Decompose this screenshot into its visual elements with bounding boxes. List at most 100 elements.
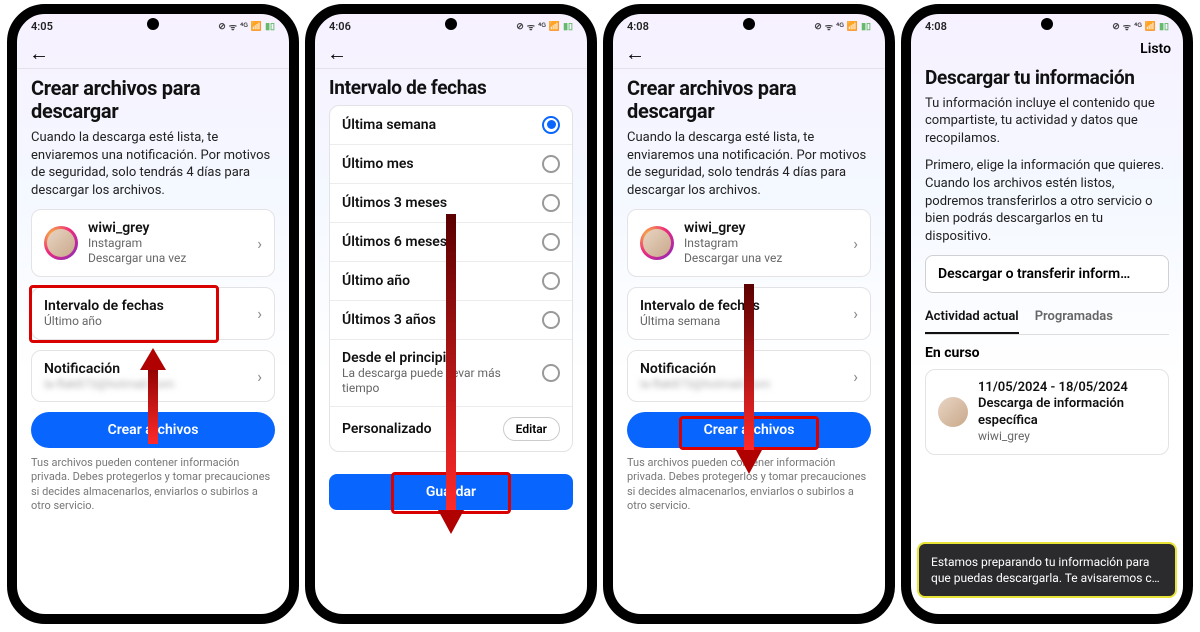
date-range-value: Último año: [44, 314, 251, 329]
options-card: Última semana Último mes Últimos 3 meses…: [329, 105, 573, 452]
date-range-label: Intervalo de fechas: [44, 298, 251, 314]
radio-icon: [542, 233, 560, 251]
option-label: Últimos 3 años: [342, 312, 536, 328]
status-time: 4:06: [329, 20, 351, 33]
notification-card: Notificación la-flak873@hotmail.com ›: [31, 350, 275, 402]
privacy-footnote: Tus archivos pueden contener información…: [627, 456, 871, 513]
header: ←: [315, 35, 587, 69]
option-label: Personalizado: [342, 421, 503, 437]
option-6-months[interactable]: Últimos 6 meses: [330, 222, 572, 261]
notification-card: Notificación la-flak873@hotmail.com ›: [627, 350, 871, 402]
option-label: Último mes: [342, 156, 536, 172]
page-description: Cuando la descarga esté lista, te enviar…: [31, 129, 275, 199]
status-time: 4:08: [925, 20, 947, 33]
radio-icon: [542, 155, 560, 173]
download-item-row[interactable]: 11/05/2024 - 18/05/2024 Descarga de info…: [926, 370, 1168, 454]
status-icons: ⊘ᯤ⁴ᴳ📶▮▯: [814, 20, 871, 33]
option-3-months[interactable]: Últimos 3 meses: [330, 183, 572, 222]
chevron-right-icon: ›: [257, 367, 262, 386]
save-button[interactable]: Guardar: [329, 474, 573, 510]
section-in-progress: En curso: [925, 345, 1169, 361]
option-label: Últimos 6 meses: [342, 234, 536, 250]
option-last-month[interactable]: Último mes: [330, 144, 572, 183]
option-custom[interactable]: Personalizado Editar: [330, 406, 572, 451]
avatar: [47, 229, 75, 257]
account-username: wiwi_grey: [88, 220, 251, 236]
date-range-label: Intervalo de fechas: [640, 298, 847, 314]
status-icons: ⊘ᯤ⁴ᴳ📶▮▯: [218, 20, 275, 33]
camera-notch: [445, 18, 457, 30]
chevron-right-icon: ›: [853, 234, 858, 253]
chevron-right-icon: ›: [853, 304, 858, 323]
page-description: Cuando la descarga esté lista, te enviar…: [627, 129, 871, 199]
phone-screen-1: 4:05 ⊘ᯤ⁴ᴳ📶▮▯ ← Crear archivos para desca…: [7, 4, 299, 624]
avatar: [938, 397, 968, 427]
option-last-year[interactable]: Último año: [330, 261, 572, 300]
account-card: wiwi_grey Instagram Descargar una vez ›: [627, 209, 871, 277]
page-title: Descargar tu información: [925, 67, 1169, 89]
item-title: 11/05/2024 - 18/05/2024 Descarga de info…: [978, 380, 1156, 429]
option-3-years[interactable]: Últimos 3 años: [330, 300, 572, 339]
camera-notch: [743, 18, 755, 30]
option-label: Última semana: [342, 117, 536, 133]
phone-screen-3: 4:08 ⊘ᯤ⁴ᴳ📶▮▯ ← Crear archivos para desca…: [603, 4, 895, 624]
date-range-card: Intervalo de fechas Último año ›: [31, 287, 275, 340]
notification-label: Notificación: [44, 361, 251, 377]
option-label: Últimos 3 meses: [342, 195, 536, 211]
status-time: 4:05: [31, 20, 53, 33]
option-from-start[interactable]: Desde el principio La descarga puede lle…: [330, 339, 572, 406]
camera-notch: [147, 18, 159, 30]
date-range-row[interactable]: Intervalo de fechas Última semana ›: [628, 288, 870, 339]
account-card: wiwi_grey Instagram Descargar una vez ›: [31, 209, 275, 277]
privacy-footnote: Tus archivos pueden contener información…: [31, 456, 275, 513]
radio-icon: [542, 272, 560, 290]
radio-icon: [542, 116, 560, 134]
edit-button[interactable]: Editar: [503, 417, 560, 441]
status-icons: ⊘ᯤ⁴ᴳ📶▮▯: [1112, 20, 1169, 33]
account-platform: Instagram: [684, 236, 847, 251]
option-sub: La descarga puede llevar más tiempo: [342, 366, 536, 396]
back-icon[interactable]: ←: [327, 41, 347, 66]
notification-row[interactable]: Notificación la-flak873@hotmail.com ›: [32, 351, 274, 401]
item-user: wiwi_grey: [978, 429, 1156, 444]
chevron-right-icon: ›: [257, 304, 262, 323]
notification-email: la-flak873@hotmail.com: [44, 377, 251, 391]
toast-preparing: Estamos preparando tu información para q…: [917, 542, 1177, 598]
notification-email: la-flak873@hotmail.com: [640, 377, 847, 391]
header: ←: [613, 35, 885, 69]
date-range-row[interactable]: Intervalo de fechas Último año ›: [32, 288, 274, 339]
status-time: 4:08: [627, 20, 649, 33]
account-row[interactable]: wiwi_grey Instagram Descargar una vez ›: [628, 210, 870, 276]
download-transfer-button[interactable]: Descargar o transferir inform…: [925, 255, 1169, 293]
notification-row[interactable]: Notificación la-flak873@hotmail.com ›: [628, 351, 870, 401]
create-files-button[interactable]: Crear archivos: [627, 412, 871, 448]
in-progress-item: 11/05/2024 - 18/05/2024 Descarga de info…: [925, 369, 1169, 455]
radio-icon: [542, 364, 560, 382]
status-icons: ⊘ᯤ⁴ᴳ📶▮▯: [516, 20, 573, 33]
info-paragraph-1: Tu información incluye el contenido que …: [925, 95, 1169, 148]
header: ←: [17, 35, 289, 69]
back-icon[interactable]: ←: [625, 41, 645, 66]
create-files-button[interactable]: Crear archivos: [31, 412, 275, 448]
page-title: Crear archivos para descargar: [31, 77, 275, 123]
tab-scheduled[interactable]: Programadas: [1035, 303, 1113, 334]
camera-notch: [1041, 18, 1053, 30]
done-button[interactable]: Listo: [1140, 41, 1171, 57]
account-action: Descargar una vez: [684, 251, 847, 266]
account-row[interactable]: wiwi_grey Instagram Descargar una vez ›: [32, 210, 274, 276]
tab-current-activity[interactable]: Actividad actual: [925, 303, 1019, 334]
notification-label: Notificación: [640, 361, 847, 377]
chevron-right-icon: ›: [257, 234, 262, 253]
chevron-right-icon: ›: [853, 367, 858, 386]
radio-icon: [542, 194, 560, 212]
back-icon[interactable]: ←: [29, 41, 49, 66]
instagram-avatar-ring: [640, 226, 674, 260]
option-label: Último año: [342, 273, 536, 289]
phone-screen-4: 4:08 ⊘ᯤ⁴ᴳ📶▮▯ Listo Descargar tu informac…: [901, 4, 1193, 624]
date-range-card: Intervalo de fechas Última semana ›: [627, 287, 871, 340]
header: Listo: [911, 35, 1183, 59]
account-action: Descargar una vez: [88, 251, 251, 266]
info-paragraph-2: Primero, elige la información que quiere…: [925, 157, 1169, 245]
radio-icon: [542, 311, 560, 329]
option-last-week[interactable]: Última semana: [330, 106, 572, 144]
